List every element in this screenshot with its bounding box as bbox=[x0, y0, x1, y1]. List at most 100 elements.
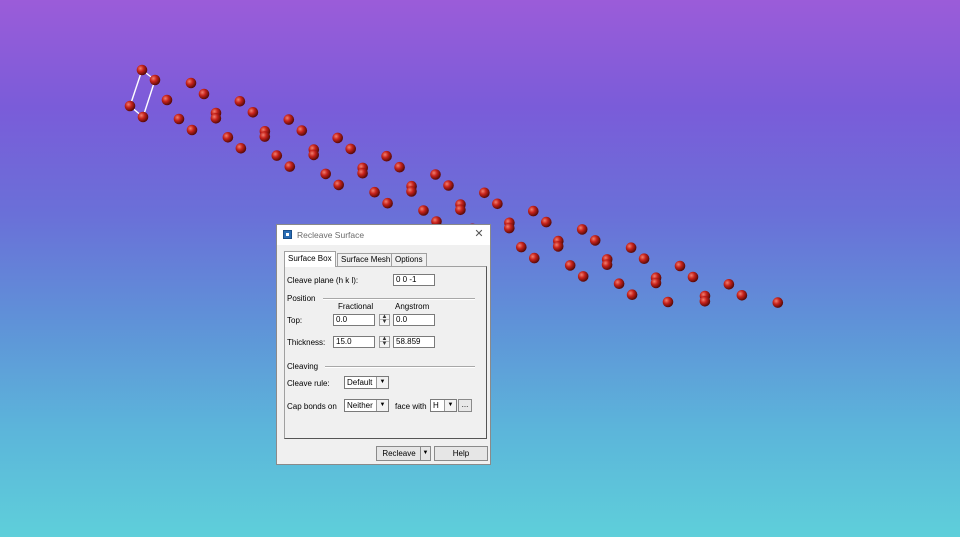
atom[interactable] bbox=[382, 197, 393, 209]
atom[interactable] bbox=[443, 180, 454, 191]
atom[interactable] bbox=[564, 260, 576, 271]
tab-options[interactable]: Options bbox=[391, 253, 427, 266]
atom[interactable] bbox=[406, 186, 417, 197]
atom[interactable] bbox=[552, 241, 564, 252]
atom[interactable] bbox=[577, 271, 589, 282]
top-label: Top: bbox=[287, 316, 303, 325]
atom[interactable] bbox=[699, 296, 711, 307]
angstrom-column-header: Angstrom bbox=[395, 302, 430, 311]
atom[interactable] bbox=[418, 205, 429, 216]
browse-button[interactable]: ... bbox=[458, 399, 472, 412]
atom[interactable] bbox=[161, 94, 173, 106]
atom[interactable] bbox=[504, 222, 515, 234]
thickness-spinner[interactable]: ▲ ▼ bbox=[379, 336, 390, 348]
atom[interactable] bbox=[332, 132, 344, 144]
atom[interactable] bbox=[687, 271, 699, 283]
atom[interactable] bbox=[345, 143, 357, 155]
thickness-angstrom-input[interactable]: 58.859 bbox=[393, 336, 435, 348]
atom[interactable] bbox=[626, 289, 638, 301]
thickness-fractional-input[interactable]: 15.0 bbox=[333, 336, 375, 348]
recleave-surface-dialog: Recleave Surface ✕ Surface Box Surface M… bbox=[276, 224, 491, 465]
atom[interactable] bbox=[222, 132, 234, 143]
chevron-down-icon: ▼ bbox=[376, 377, 388, 388]
atom[interactable] bbox=[149, 74, 161, 86]
cap-bonds-value: Neither bbox=[347, 401, 373, 410]
atom[interactable] bbox=[638, 253, 650, 264]
cleave-plane-input[interactable]: 0 0 -1 bbox=[393, 274, 435, 286]
atom[interactable] bbox=[529, 252, 540, 264]
atom[interactable] bbox=[284, 161, 296, 172]
atom[interactable] bbox=[173, 113, 185, 125]
atom[interactable] bbox=[137, 111, 149, 123]
atom[interactable] bbox=[662, 296, 674, 308]
recleave-button[interactable]: Recleave ▼ bbox=[376, 446, 431, 461]
top-fractional-input[interactable]: 0.0 bbox=[333, 314, 375, 326]
face-with-label: face with bbox=[395, 402, 427, 411]
tab-surface-mesh[interactable]: Surface Mesh bbox=[337, 253, 395, 266]
atom[interactable] bbox=[124, 100, 136, 112]
atom[interactable] bbox=[136, 64, 148, 76]
position-section-label: Position bbox=[287, 294, 316, 303]
atom[interactable] bbox=[235, 143, 247, 154]
atom[interactable] bbox=[308, 149, 320, 161]
surface-box-panel bbox=[284, 266, 487, 439]
atom[interactable] bbox=[320, 168, 332, 180]
atom[interactable] bbox=[198, 88, 210, 100]
chevron-down-icon[interactable]: ▼ bbox=[420, 447, 430, 460]
cleave-rule-select[interactable]: Default ▼ bbox=[344, 376, 389, 389]
atom[interactable] bbox=[185, 77, 197, 89]
atom[interactable] bbox=[247, 107, 259, 118]
atom[interactable] bbox=[259, 131, 271, 142]
cleave-rule-label: Cleave rule: bbox=[287, 379, 330, 388]
top-angstrom-input[interactable]: 0.0 bbox=[393, 314, 435, 326]
close-icon[interactable]: ✕ bbox=[472, 227, 486, 241]
tab-surface-box[interactable]: Surface Box bbox=[284, 251, 336, 267]
atom[interactable] bbox=[381, 150, 392, 162]
atom[interactable] bbox=[528, 205, 539, 217]
atom[interactable] bbox=[394, 161, 405, 173]
atom[interactable] bbox=[625, 242, 637, 253]
atom[interactable] bbox=[650, 277, 662, 289]
face-with-value: H bbox=[433, 401, 439, 410]
position-divider bbox=[323, 298, 475, 300]
atom[interactable] bbox=[455, 204, 466, 216]
atom[interactable] bbox=[186, 124, 198, 136]
atom[interactable] bbox=[271, 150, 283, 161]
dialog-title: Recleave Surface bbox=[297, 230, 365, 240]
atom[interactable] bbox=[613, 278, 625, 290]
face-with-select[interactable]: H ▼ bbox=[430, 399, 457, 412]
help-button[interactable]: Help bbox=[434, 446, 488, 461]
atom[interactable] bbox=[369, 186, 380, 198]
top-spinner[interactable]: ▲ ▼ bbox=[379, 314, 390, 326]
cleave-rule-value: Default bbox=[347, 378, 373, 387]
atom[interactable] bbox=[296, 125, 308, 136]
chevron-down-icon: ▼ bbox=[444, 400, 456, 411]
cap-bonds-label: Cap bonds on bbox=[287, 402, 337, 411]
thickness-label: Thickness: bbox=[287, 338, 326, 347]
atom[interactable] bbox=[430, 169, 441, 180]
cleaving-divider bbox=[325, 366, 475, 368]
atom[interactable] bbox=[234, 96, 246, 107]
atom[interactable] bbox=[576, 224, 588, 235]
atom[interactable] bbox=[283, 114, 295, 125]
atom[interactable] bbox=[516, 241, 527, 253]
fractional-column-header: Fractional bbox=[338, 302, 374, 311]
atom[interactable] bbox=[723, 279, 735, 290]
atom[interactable] bbox=[479, 187, 490, 199]
atom[interactable] bbox=[674, 260, 686, 272]
atom[interactable] bbox=[736, 290, 748, 301]
cleaving-section-label: Cleaving bbox=[287, 362, 319, 371]
atom[interactable] bbox=[772, 297, 784, 308]
atom[interactable] bbox=[357, 167, 368, 179]
recleave-button-label: Recleave bbox=[382, 449, 416, 458]
atom[interactable] bbox=[589, 235, 601, 246]
cleave-plane-label: Cleave plane (h k l): bbox=[287, 276, 359, 285]
atom[interactable] bbox=[601, 259, 613, 271]
atom[interactable] bbox=[541, 216, 552, 228]
atom[interactable] bbox=[492, 198, 503, 210]
dialog-titlebar[interactable]: Recleave Surface ✕ bbox=[277, 225, 490, 245]
atom[interactable] bbox=[210, 113, 222, 124]
atom[interactable] bbox=[333, 179, 345, 191]
cap-bonds-select[interactable]: Neither ▼ bbox=[344, 399, 389, 412]
chevron-down-icon: ▼ bbox=[376, 400, 388, 411]
